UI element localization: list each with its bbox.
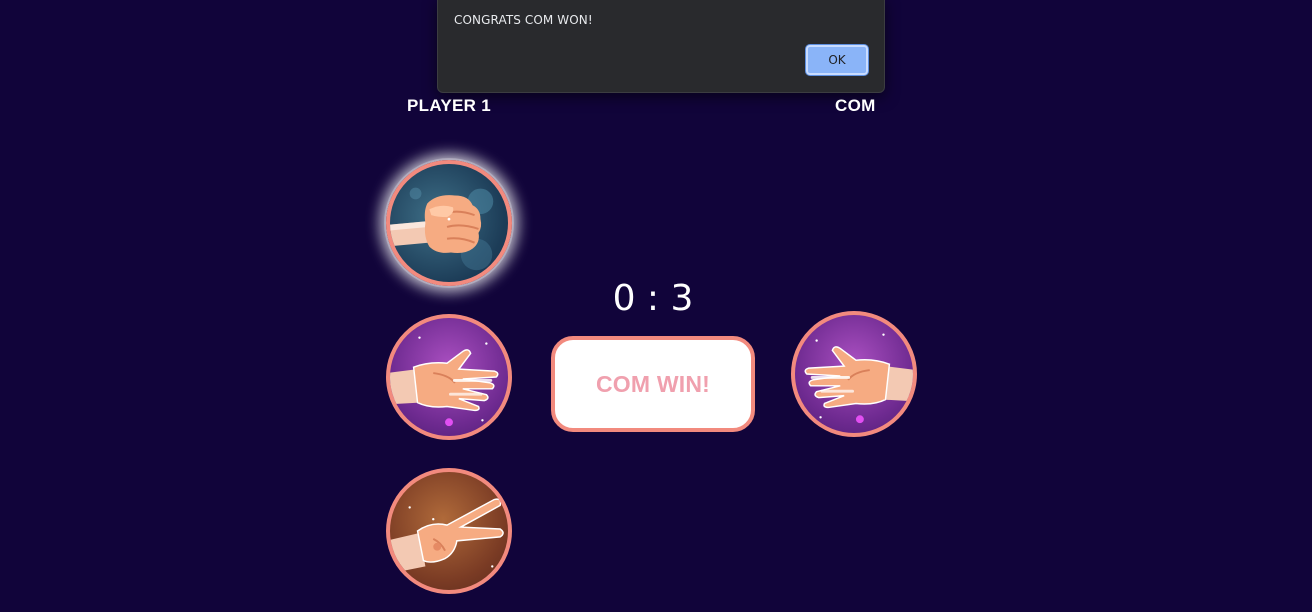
paper-hand-icon [804,333,913,424]
player1-rock-button[interactable] [386,160,512,286]
paper-hand-icon [390,336,499,427]
rock-hand-icon [390,187,494,271]
score-display: 0 : 3 [612,278,694,319]
alert-message: CONGRATS COM WON! [454,13,593,27]
com-paper-choice [791,311,917,437]
alert-ok-button[interactable]: OK [806,45,868,75]
com-label: COM [835,96,876,115]
game-stage: CONGRATS COM WON! OK PLAYER 1 COM 0: 3 … [0,0,1312,612]
player1-scissors-button[interactable] [386,468,512,594]
player1-paper-button[interactable] [386,314,512,440]
player1-label: PLAYER 1 [407,96,491,115]
result-box: COM WIN! [551,336,755,432]
alert-dialog: CONGRATS COM WON! OK [437,0,885,93]
scissors-hand-icon [390,498,504,574]
result-text: COM WIN! [595,370,711,397]
